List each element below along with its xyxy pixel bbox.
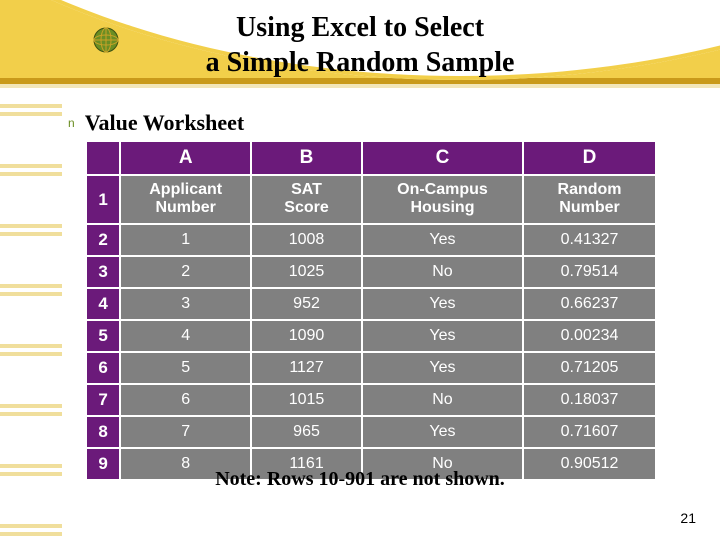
cell-sat: 965 — [251, 416, 362, 448]
row-number: 2 — [86, 224, 120, 256]
col-header-B: B — [251, 141, 362, 175]
cell-applicant: 7 — [120, 416, 251, 448]
cell-housing: Yes — [362, 320, 523, 352]
row-number-1: 1 — [86, 175, 120, 224]
column-header-row: A B C D — [86, 141, 656, 175]
excel-table: A B C D 1 ApplicantNumber SATScore On-Ca… — [85, 140, 657, 481]
table-row: 87965Yes0.71607 — [86, 416, 656, 448]
cell-sat: 1025 — [251, 256, 362, 288]
col-header-C: C — [362, 141, 523, 175]
cell-housing: Yes — [362, 352, 523, 384]
cell-random: 0.41327 — [523, 224, 656, 256]
table-body: 1 ApplicantNumber SATScore On-CampusHous… — [86, 175, 656, 480]
cell-random: 0.79514 — [523, 256, 656, 288]
cell-random: 0.71205 — [523, 352, 656, 384]
title-line-2: a Simple Random Sample — [206, 47, 515, 78]
table-row: 321025No0.79514 — [86, 256, 656, 288]
cell-random: 0.00234 — [523, 320, 656, 352]
cell-sat: 1008 — [251, 224, 362, 256]
row-number: 5 — [86, 320, 120, 352]
col-header-A: A — [120, 141, 251, 175]
table-row: 211008Yes0.41327 — [86, 224, 656, 256]
table-row: 761015No0.18037 — [86, 384, 656, 416]
cell-housing: No — [362, 384, 523, 416]
cell-random: 0.18037 — [523, 384, 656, 416]
bullet-marker-icon: n — [68, 117, 75, 129]
row-number: 7 — [86, 384, 120, 416]
page-number: 21 — [680, 510, 696, 526]
cell-applicant: 6 — [120, 384, 251, 416]
table-row: 651127Yes0.71205 — [86, 352, 656, 384]
cell-housing: No — [362, 256, 523, 288]
cell-housing: Yes — [362, 224, 523, 256]
table-row: 43952Yes0.66237 — [86, 288, 656, 320]
subheader-sat: SATScore — [251, 175, 362, 224]
cell-applicant: 3 — [120, 288, 251, 320]
cell-applicant: 2 — [120, 256, 251, 288]
cell-random: 0.71607 — [523, 416, 656, 448]
row-number: 6 — [86, 352, 120, 384]
cell-applicant: 4 — [120, 320, 251, 352]
footnote: Note: Rows 10-901 are not shown. — [0, 468, 720, 491]
subheader-applicant: ApplicantNumber — [120, 175, 251, 224]
row-number: 3 — [86, 256, 120, 288]
subheader-row: 1 ApplicantNumber SATScore On-CampusHous… — [86, 175, 656, 224]
subheader-random: RandomNumber — [523, 175, 656, 224]
subheader-housing: On-CampusHousing — [362, 175, 523, 224]
cell-sat: 1090 — [251, 320, 362, 352]
cell-housing: Yes — [362, 288, 523, 320]
cell-sat: 1015 — [251, 384, 362, 416]
cell-sat: 952 — [251, 288, 362, 320]
cell-housing: Yes — [362, 416, 523, 448]
bullet-item: n Value Worksheet — [68, 110, 244, 136]
bullet-label: Value Worksheet — [85, 110, 245, 136]
header-corner — [86, 141, 120, 175]
slide: Using Excel to Select a Simple Random Sa… — [0, 0, 720, 540]
cell-random: 0.66237 — [523, 288, 656, 320]
col-header-D: D — [523, 141, 656, 175]
row-number: 8 — [86, 416, 120, 448]
cell-applicant: 5 — [120, 352, 251, 384]
cell-sat: 1127 — [251, 352, 362, 384]
slide-title: Using Excel to Select a Simple Random Sa… — [0, 10, 720, 80]
excel-table-container: A B C D 1 ApplicantNumber SATScore On-Ca… — [85, 140, 657, 481]
row-number: 4 — [86, 288, 120, 320]
cell-applicant: 1 — [120, 224, 251, 256]
title-line-1: Using Excel to Select — [236, 12, 484, 43]
table-row: 541090Yes0.00234 — [86, 320, 656, 352]
